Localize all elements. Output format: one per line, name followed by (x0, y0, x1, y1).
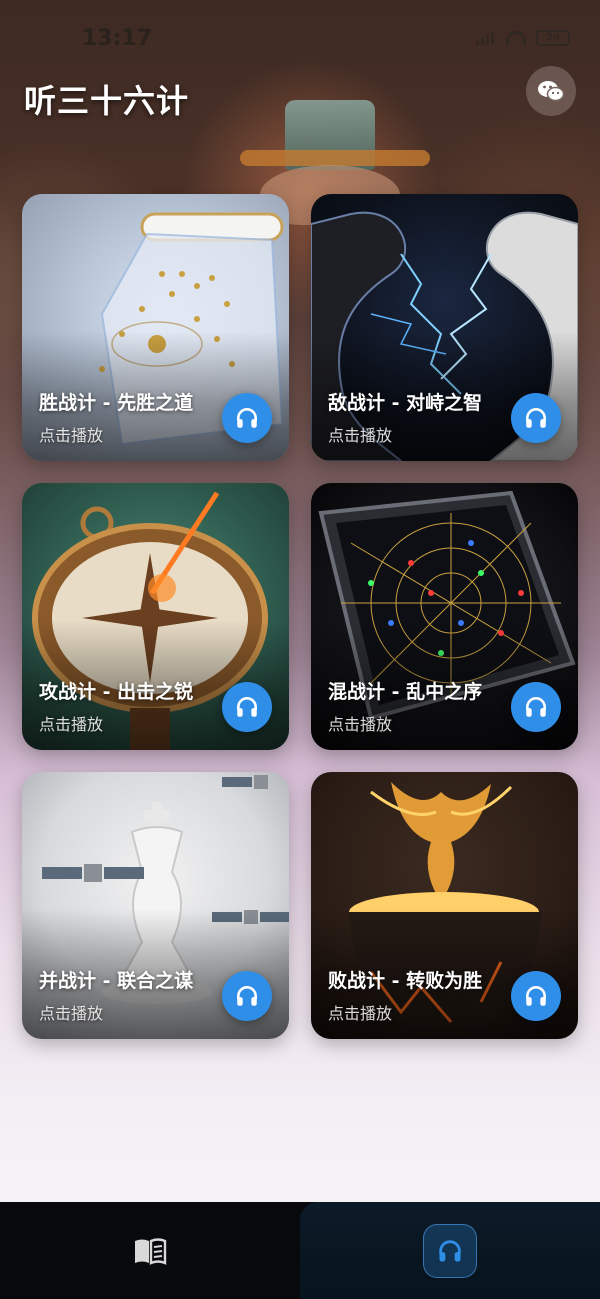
card-title: 攻战计 - 出击之锐 (39, 681, 194, 703)
strategy-card[interactable]: 攻战计 - 出击之锐 点击播放 (22, 483, 289, 750)
play-button[interactable] (222, 393, 272, 443)
play-button[interactable] (511, 393, 561, 443)
wechat-button[interactable] (526, 66, 576, 116)
card-subtitle: 点击播放 (39, 1004, 104, 1023)
header: 听三十六计 (24, 66, 576, 124)
status-bar: 13:17 20 (0, 0, 600, 80)
headphones-icon (439, 1239, 461, 1261)
card-subtitle: 点击播放 (39, 715, 104, 734)
wechat-icon (538, 81, 565, 102)
card-title: 胜战计 - 先胜之道 (39, 392, 194, 414)
book-icon (135, 1237, 167, 1265)
card-title: 败战计 - 转败为胜 (328, 970, 483, 992)
card-subtitle: 点击播放 (328, 1004, 393, 1023)
listen-tab-indicator (423, 1223, 477, 1278)
card-subtitle: 点击播放 (39, 426, 104, 445)
card-title: 并战计 - 联合之谋 (39, 970, 194, 992)
status-icons: 20 (476, 30, 570, 46)
headphones-icon (526, 697, 546, 717)
play-button[interactable] (222, 971, 272, 1021)
cellular-signal-icon (476, 31, 496, 45)
page-title: 听三十六计 (24, 82, 190, 120)
play-button[interactable] (222, 682, 272, 732)
bottom-tab-bar (0, 1202, 600, 1299)
battery-icon: 20 (536, 30, 570, 46)
wifi-icon (506, 31, 526, 45)
strategy-card[interactable]: 混战计 - 乱中之序 点击播放 (311, 483, 578, 750)
strategy-card[interactable]: 败战计 - 转败为胜 点击播放 (311, 772, 578, 1039)
headphones-icon (526, 408, 546, 428)
card-title: 混战计 - 乱中之序 (328, 681, 483, 703)
card-subtitle: 点击播放 (328, 715, 393, 734)
battery-level: 20 (546, 32, 560, 43)
strategy-card[interactable]: 胜战计 - 先胜之道 点击播放 (22, 194, 289, 461)
headphones-icon (237, 697, 257, 717)
play-button[interactable] (511, 971, 561, 1021)
tab-read[interactable] (0, 1202, 300, 1299)
card-subtitle: 点击播放 (328, 426, 393, 445)
headphones-icon (237, 986, 257, 1006)
tab-listen[interactable] (300, 1202, 600, 1299)
strategy-card[interactable]: 并战计 - 联合之谋 点击播放 (22, 772, 289, 1039)
strategy-card[interactable]: 敌战计 - 对峙之智 点击播放 (311, 194, 578, 461)
play-button[interactable] (511, 682, 561, 732)
card-title: 敌战计 - 对峙之智 (328, 392, 483, 414)
status-time: 13:17 (82, 26, 153, 51)
headphones-icon (526, 986, 546, 1006)
headphones-icon (237, 408, 257, 428)
